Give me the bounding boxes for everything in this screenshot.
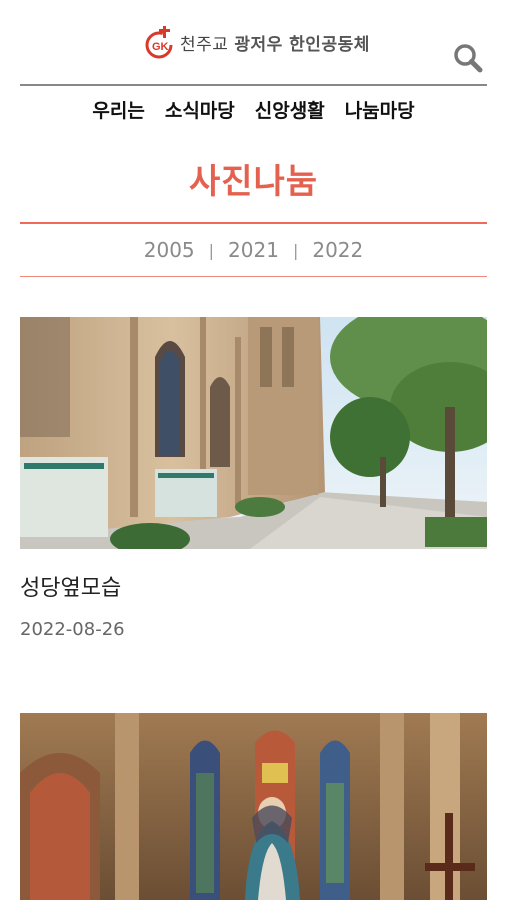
logo-text: 천주교 광저우 한인공동체	[180, 30, 370, 55]
nav-item-news[interactable]: 소식마당	[165, 96, 235, 126]
logo-text-prefix: 천주교	[180, 34, 229, 55]
site-logo[interactable]: GK 천주교 광저우 한인공동체	[142, 22, 370, 62]
year-filter-divider	[20, 276, 487, 277]
logo-cross-icon: GK	[142, 24, 178, 60]
main-nav: 우리는 소식마당 신앙생활 나눔마당	[20, 96, 487, 126]
logo-text-main: 광저우 한인공동체	[234, 34, 370, 55]
nav-item-sharing[interactable]: 나눔마당	[345, 96, 415, 126]
nav-item-about[interactable]: 우리는	[92, 96, 144, 126]
year-separator: |	[292, 240, 299, 260]
post-date: 2022-08-26	[20, 619, 125, 640]
header-divider	[20, 84, 487, 86]
post-title[interactable]: 성당옆모습	[20, 570, 121, 602]
year-separator: |	[208, 240, 215, 260]
page-title: 사진나눔	[188, 162, 319, 202]
site-header: GK 천주교 광저우 한인공동체	[0, 0, 507, 86]
nav-item-faith[interactable]: 신앙생활	[255, 96, 325, 126]
year-filter: 2005 | 2021 | 2022	[20, 234, 487, 266]
search-button[interactable]	[452, 42, 484, 74]
year-tab-2022[interactable]: 2022	[312, 238, 363, 262]
post-thumbnail-church-exterior[interactable]	[20, 317, 487, 549]
year-tab-2021[interactable]: 2021	[228, 238, 279, 262]
logo-mark-text: GK	[152, 41, 169, 53]
title-divider	[20, 222, 487, 224]
year-tab-2005[interactable]: 2005	[144, 238, 195, 262]
search-icon	[454, 44, 483, 73]
post-thumbnail-church-interior[interactable]	[20, 713, 487, 900]
